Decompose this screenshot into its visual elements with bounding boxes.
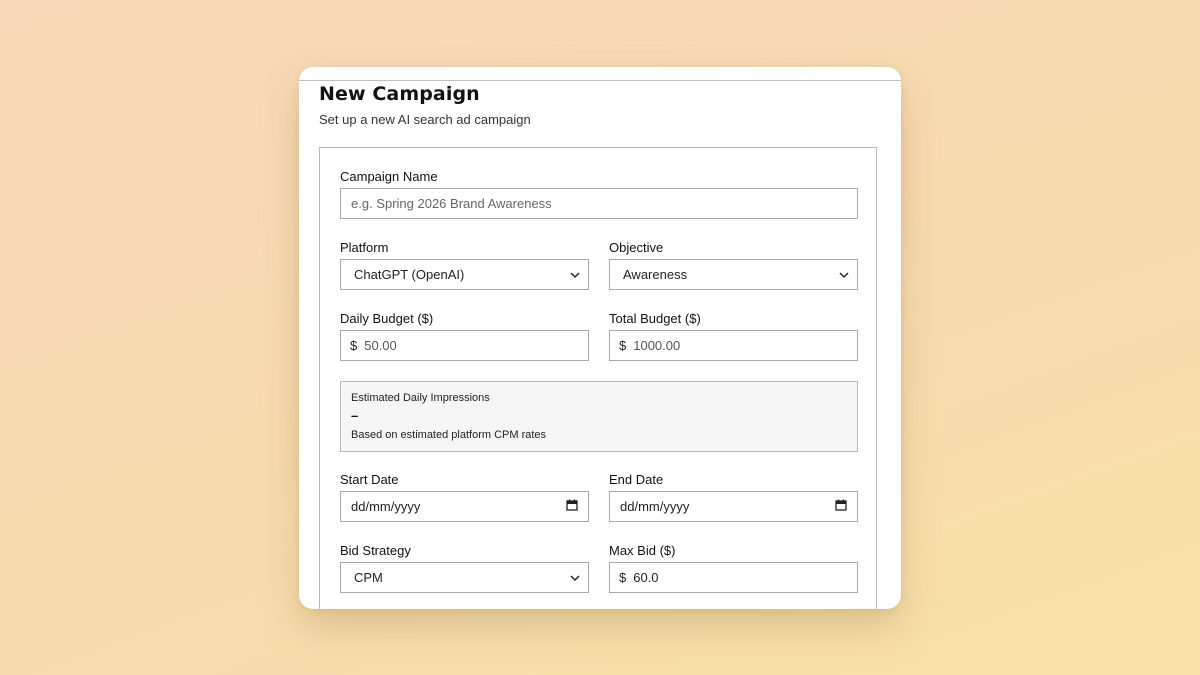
objective-select[interactable]: Awareness (609, 259, 858, 290)
chevron-down-icon (839, 270, 849, 280)
currency-symbol: $ (350, 338, 358, 353)
end-date-input[interactable]: dd/mm/yyyy (609, 491, 858, 522)
total-budget-value: 1000.00 (633, 338, 681, 353)
bid-strategy-select[interactable]: CPM (340, 562, 589, 593)
platform-select[interactable]: ChatGPT (OpenAI) (340, 259, 589, 290)
page-title: New Campaign (319, 83, 480, 105)
max-bid-input[interactable]: $ 60.0 (609, 562, 858, 593)
max-bid-value: 60.0 (633, 570, 659, 585)
campaign-name-input[interactable]: e.g. Spring 2026 Brand Awareness (340, 188, 858, 219)
page-subtitle: Set up a new AI search ad campaign (319, 112, 531, 127)
max-bid-label: Max Bid ($) (609, 543, 676, 558)
campaign-form: Campaign Name e.g. Spring 2026 Brand Awa… (319, 147, 877, 609)
campaign-name-placeholder: e.g. Spring 2026 Brand Awareness (351, 196, 552, 211)
estimated-impressions-panel: Estimated Daily Impressions – Based on e… (340, 381, 858, 452)
platform-label: Platform (340, 240, 389, 255)
start-date-label: Start Date (340, 472, 399, 487)
calendar-icon[interactable] (835, 499, 847, 514)
chevron-down-icon (570, 573, 580, 583)
start-date-placeholder: dd/mm/yyyy (351, 499, 421, 514)
top-divider (299, 80, 901, 81)
estimated-impressions-note: Based on estimated platform CPM rates (351, 429, 547, 441)
daily-budget-input[interactable]: $ 50.00 (340, 330, 589, 361)
currency-symbol: $ (619, 338, 627, 353)
new-campaign-card: New Campaign Set up a new AI search ad c… (299, 67, 901, 609)
bid-strategy-selected-value: CPM (354, 570, 383, 585)
estimated-impressions-title: Estimated Daily Impressions (351, 392, 490, 404)
total-budget-label: Total Budget ($) (609, 311, 701, 326)
bid-strategy-label: Bid Strategy (340, 543, 411, 558)
objective-selected-value: Awareness (623, 267, 688, 282)
currency-symbol: $ (619, 570, 627, 585)
end-date-placeholder: dd/mm/yyyy (620, 499, 690, 514)
calendar-icon[interactable] (566, 499, 578, 514)
end-date-label: End Date (609, 472, 664, 487)
daily-budget-label: Daily Budget ($) (340, 311, 434, 326)
total-budget-input[interactable]: $ 1000.00 (609, 330, 858, 361)
campaign-name-label: Campaign Name (340, 169, 438, 184)
chevron-down-icon (570, 270, 580, 280)
objective-label: Objective (609, 240, 664, 255)
start-date-input[interactable]: dd/mm/yyyy (340, 491, 589, 522)
estimated-impressions-value: – (351, 408, 359, 423)
platform-selected-value: ChatGPT (OpenAI) (354, 267, 465, 282)
daily-budget-value: 50.00 (364, 338, 397, 353)
